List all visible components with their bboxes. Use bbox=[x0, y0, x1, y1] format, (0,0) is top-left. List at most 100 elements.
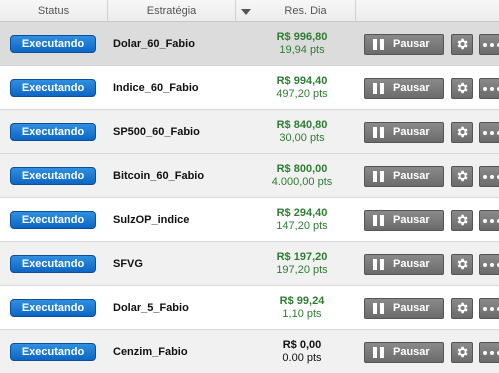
pause-label: Pausar bbox=[393, 214, 430, 226]
table-row[interactable]: Executando SulzOP_indice R$ 294,40 147,20 p… bbox=[0, 198, 499, 242]
table-row[interactable]: Executando Indice_60_Fabio R$ 994,40 497,20… bbox=[0, 66, 499, 110]
pause-label: Pausar bbox=[393, 126, 430, 138]
result-money: R$ 99,24 bbox=[279, 295, 325, 307]
more-options-button[interactable] bbox=[479, 342, 499, 363]
result-points: 19,94 pts bbox=[279, 44, 325, 56]
settings-button[interactable] bbox=[451, 342, 473, 363]
column-header-strategy[interactable]: Estratégia bbox=[108, 0, 236, 22]
triangle-down-icon bbox=[241, 9, 251, 15]
daily-result: R$ 996,80 19,94 pts bbox=[256, 31, 348, 57]
settings-button[interactable] bbox=[451, 254, 473, 275]
result-money: R$ 840,80 bbox=[276, 119, 328, 131]
strategy-name: Dolar_60_Fabio bbox=[113, 38, 195, 50]
daily-result: R$ 800,00 4.000,00 pts bbox=[256, 163, 348, 189]
result-points: 4.000,00 pts bbox=[271, 176, 333, 188]
settings-button[interactable] bbox=[451, 210, 473, 231]
settings-button[interactable] bbox=[451, 34, 473, 55]
daily-result: R$ 197,20 197,20 pts bbox=[256, 251, 348, 277]
gear-icon bbox=[457, 302, 468, 314]
status-button[interactable]: Executando bbox=[10, 167, 96, 185]
more-options-button[interactable] bbox=[479, 254, 499, 275]
gear-icon bbox=[457, 82, 468, 94]
pause-icon bbox=[373, 347, 384, 358]
strategy-name: SP500_60_Fabio bbox=[113, 126, 200, 138]
pause-label: Pausar bbox=[393, 82, 430, 94]
pause-label: Pausar bbox=[393, 302, 430, 314]
result-points: 0.00 pts bbox=[282, 352, 322, 364]
column-header-result[interactable]: Res. Dia bbox=[256, 0, 356, 22]
more-options-button[interactable] bbox=[479, 166, 499, 187]
pause-button[interactable]: Pausar bbox=[364, 298, 444, 319]
table-row[interactable]: Executando Cenzim_Fabio R$ 0,00 0.00 pts Pau… bbox=[0, 330, 499, 373]
strategy-name: Cenzim_Fabio bbox=[113, 346, 188, 358]
more-options-button[interactable] bbox=[479, 34, 499, 55]
table-row[interactable]: Executando Bitcoin_60_Fabio R$ 800,00 4.000… bbox=[0, 154, 499, 198]
pause-button[interactable]: Pausar bbox=[364, 254, 444, 275]
status-button[interactable]: Executando bbox=[10, 123, 96, 141]
result-money: R$ 197,20 bbox=[276, 251, 328, 263]
result-money: R$ 800,00 bbox=[276, 163, 328, 175]
daily-result: R$ 994,40 497,20 pts bbox=[256, 75, 348, 101]
more-options-button[interactable] bbox=[479, 210, 499, 231]
pause-label: Pausar bbox=[393, 346, 430, 358]
result-money: R$ 0,00 bbox=[282, 339, 322, 351]
table-row[interactable]: Executando SFVG R$ 197,20 197,20 pts Pausar bbox=[0, 242, 499, 286]
pause-icon bbox=[373, 127, 384, 138]
column-header-status[interactable]: Status bbox=[0, 0, 108, 22]
status-button[interactable]: Executando bbox=[10, 35, 96, 53]
result-money: R$ 994,40 bbox=[276, 75, 328, 87]
status-button[interactable]: Executando bbox=[10, 255, 96, 273]
pause-button[interactable]: Pausar bbox=[364, 122, 444, 143]
column-header-actions bbox=[356, 0, 499, 22]
more-options-button[interactable] bbox=[479, 78, 499, 99]
daily-result: R$ 99,24 1,10 pts bbox=[256, 295, 348, 321]
gear-icon bbox=[457, 38, 468, 50]
gear-icon bbox=[457, 214, 468, 226]
table-row[interactable]: Executando Dolar_60_Fabio R$ 996,80 19,94 p… bbox=[0, 22, 499, 66]
daily-result: R$ 0,00 0.00 pts bbox=[256, 339, 348, 365]
status-button[interactable]: Executando bbox=[10, 211, 96, 229]
strategy-name: Bitcoin_60_Fabio bbox=[113, 170, 205, 182]
pause-label: Pausar bbox=[393, 38, 430, 50]
pause-button[interactable]: Pausar bbox=[364, 210, 444, 231]
pause-label: Pausar bbox=[393, 258, 430, 270]
table-header: Status Estratégia Res. Dia bbox=[0, 0, 499, 22]
strategy-name: Dolar_5_Fabio bbox=[113, 302, 189, 314]
pause-label: Pausar bbox=[393, 170, 430, 182]
status-button[interactable]: Executando bbox=[10, 343, 96, 361]
daily-result: R$ 840,80 30,00 pts bbox=[256, 119, 348, 145]
result-points: 30,00 pts bbox=[279, 132, 325, 144]
settings-button[interactable] bbox=[451, 122, 473, 143]
pause-button[interactable]: Pausar bbox=[364, 342, 444, 363]
gear-icon bbox=[457, 258, 468, 270]
pause-icon bbox=[373, 39, 384, 50]
pause-button[interactable]: Pausar bbox=[364, 166, 444, 187]
more-options-button[interactable] bbox=[479, 298, 499, 319]
sort-dropdown[interactable] bbox=[236, 0, 256, 22]
pause-button[interactable]: Pausar bbox=[364, 34, 444, 55]
result-points: 147,20 pts bbox=[276, 220, 328, 232]
settings-button[interactable] bbox=[451, 78, 473, 99]
pause-button[interactable]: Pausar bbox=[364, 78, 444, 99]
more-options-button[interactable] bbox=[479, 122, 499, 143]
pause-icon bbox=[373, 171, 384, 182]
gear-icon bbox=[457, 346, 468, 358]
pause-icon bbox=[373, 215, 384, 226]
settings-button[interactable] bbox=[451, 298, 473, 319]
settings-button[interactable] bbox=[451, 166, 473, 187]
status-button[interactable]: Executando bbox=[10, 299, 96, 317]
status-button[interactable]: Executando bbox=[10, 79, 96, 97]
pause-icon bbox=[373, 259, 384, 270]
result-money: R$ 294,40 bbox=[276, 207, 328, 219]
result-points: 497,20 pts bbox=[276, 88, 328, 100]
result-points: 1,10 pts bbox=[282, 308, 322, 320]
result-points: 197,20 pts bbox=[276, 264, 328, 276]
result-money: R$ 996,80 bbox=[276, 31, 328, 43]
table-row[interactable]: Executando Dolar_5_Fabio R$ 99,24 1,10 pts P… bbox=[0, 286, 499, 330]
strategy-name: Indice_60_Fabio bbox=[113, 82, 199, 94]
pause-icon bbox=[373, 303, 384, 314]
gear-icon bbox=[457, 170, 468, 182]
strategy-name: SFVG bbox=[113, 258, 143, 270]
table-row[interactable]: Executando SP500_60_Fabio R$ 840,80 30,00 p… bbox=[0, 110, 499, 154]
gear-icon bbox=[457, 126, 468, 138]
